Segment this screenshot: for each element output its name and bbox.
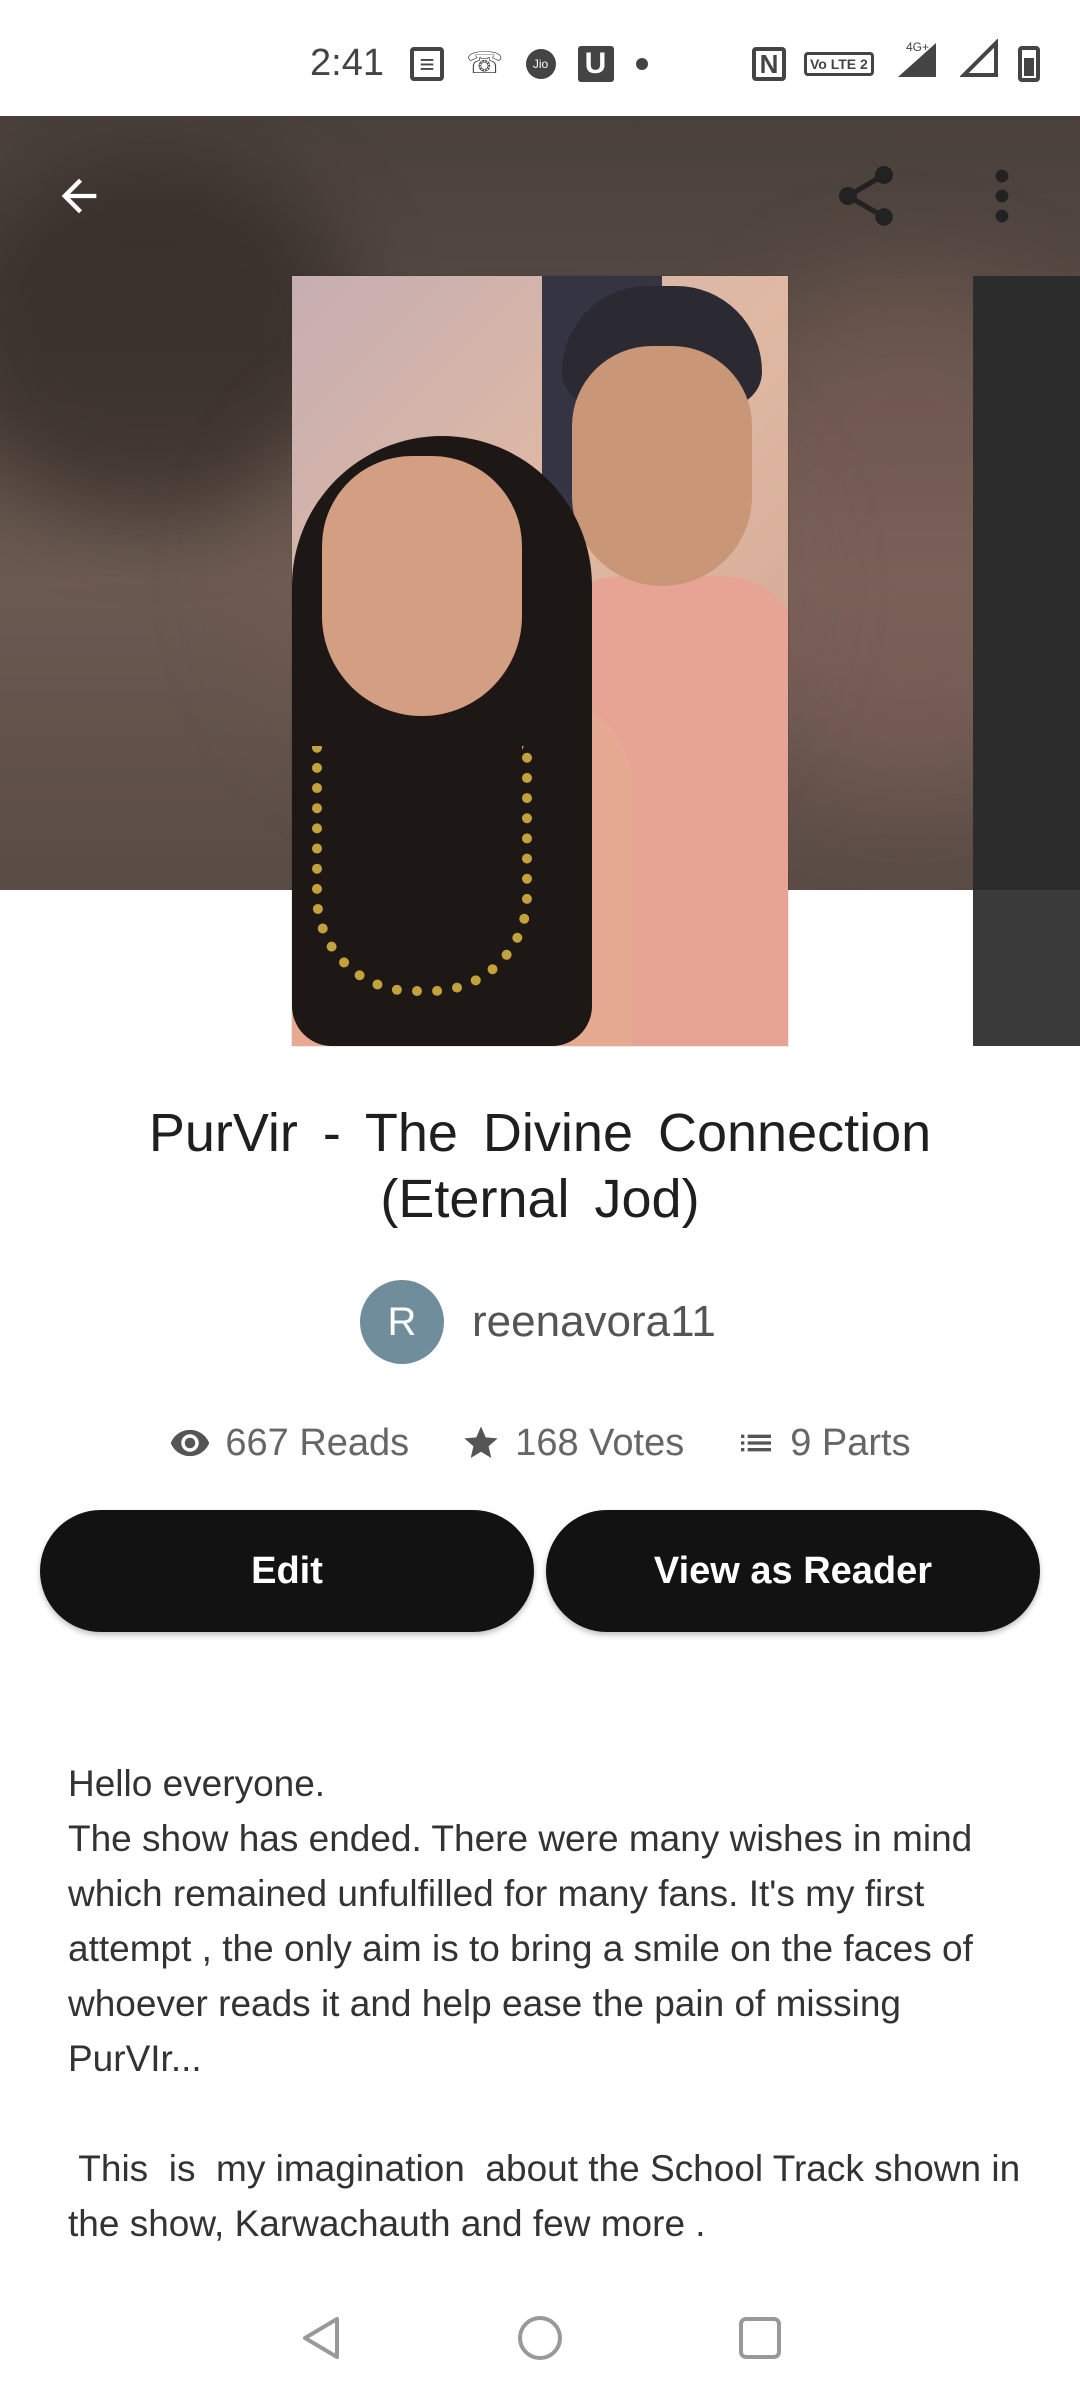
status-icons-left: ≡ ☏ Jio U	[410, 44, 648, 84]
more-notifications-dot-icon	[635, 58, 648, 70]
more-vert-icon	[995, 169, 1009, 223]
nav-home-button[interactable]	[500, 2298, 580, 2378]
view-as-reader-button[interactable]: View as Reader	[546, 1510, 1040, 1632]
more-options-button[interactable]	[982, 150, 1022, 242]
nfc-icon: N	[752, 47, 786, 81]
share-button[interactable]	[826, 150, 906, 242]
nav-home-icon	[518, 2316, 562, 2360]
avatar[interactable]: R	[360, 1280, 444, 1364]
status-time: 2:41	[310, 42, 384, 84]
votes-stat: 168 Votes	[461, 1422, 684, 1465]
signal-4g-icon: 4G+	[892, 39, 942, 90]
network-type-label: 4G+	[906, 40, 929, 54]
news-notification-icon: ≡	[410, 47, 444, 81]
status-icons-right: N Vo LTE 2 4G+	[752, 37, 1040, 84]
status-bar: 2:41 ≡ ☏ Jio U N Vo LTE 2 4G+	[0, 0, 1080, 116]
system-nav-bar	[0, 2268, 1080, 2400]
back-button[interactable]	[44, 150, 114, 242]
list-icon	[741, 1434, 772, 1452]
arrow-left-icon	[61, 178, 97, 214]
battery-icon	[1017, 46, 1040, 82]
author-name[interactable]: reenavora11	[472, 1297, 716, 1347]
star-icon	[464, 1426, 498, 1458]
nav-recents-button[interactable]	[720, 2298, 800, 2378]
share-icon	[839, 166, 893, 226]
parts-stat[interactable]: 9 Parts	[736, 1422, 911, 1465]
story-description: Hello everyone. The show has ended. Ther…	[68, 1763, 1021, 2244]
reads-stat: 667 Reads	[169, 1422, 409, 1465]
missed-call-icon: ☏	[466, 47, 504, 80]
nav-back-button[interactable]	[282, 2298, 362, 2378]
nav-back-icon	[303, 2317, 339, 2359]
reads-count: 667 Reads	[225, 1421, 410, 1464]
story-title: PurVir - The Divine Connection (Eternal …	[148, 1103, 932, 1229]
parts-count[interactable]: 9 Parts	[790, 1422, 910, 1465]
eye-icon	[171, 1429, 210, 1457]
author-row[interactable]: R reenavora11	[360, 1280, 716, 1364]
next-story-cover[interactable]	[973, 276, 1080, 1046]
volte-icon: Vo LTE 2	[804, 52, 874, 76]
signal-icon	[958, 37, 1000, 90]
story-stats: 667 Reads 168 Votes 9 Parts	[0, 1414, 1080, 1472]
jio-icon: Jio	[525, 49, 556, 79]
nav-recents-icon	[739, 2317, 781, 2359]
story-cover-image[interactable]	[292, 276, 788, 1046]
edit-button[interactable]: Edit	[40, 1510, 534, 1632]
votes-count: 168 Votes	[515, 1421, 685, 1464]
u-app-icon: U	[577, 46, 614, 82]
